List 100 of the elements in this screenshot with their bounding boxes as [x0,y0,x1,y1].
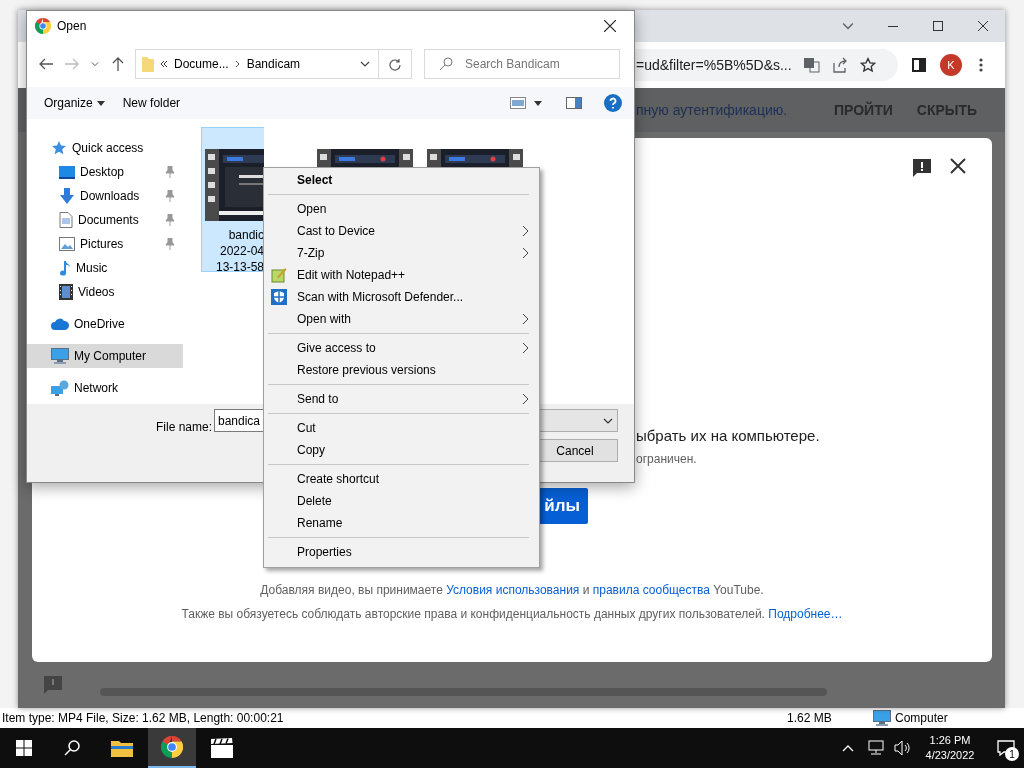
prompt-text: ыбрать их на компьютере. [636,427,820,444]
windows-icon [16,740,32,756]
chevron-right-icon [234,60,241,68]
breadcrumb[interactable]: Docume... [174,57,229,71]
profile-avatar[interactable]: K [940,54,962,76]
network-icon[interactable] [868,740,886,756]
chevron-icon [91,60,99,68]
notice-text: Также вы обязуетесь соблюдать авторские права и конфиденциальность данных других пользователей. Подробнее… [180,606,844,623]
terms-link[interactable]: правила сообщества [592,583,710,597]
notification-count: 1 [1005,747,1019,761]
chrome-icon [35,18,51,34]
menu-item[interactable]: Select [264,169,539,191]
clapperboard-icon [211,738,233,758]
computer-icon [873,710,891,726]
minimize-icon [887,25,898,27]
star-icon [859,57,876,73]
shield-icon [271,289,287,305]
menu-item[interactable]: Delete [264,490,539,512]
film-icon [59,284,73,300]
menu-item[interactable]: Create shortcut [264,468,539,490]
file-tile[interactable]: bandic 2022-04 13-13-58 [201,127,264,272]
network-icon [51,380,69,396]
folder-icon [142,56,154,72]
nav-item[interactable]: OneDrive [27,312,183,336]
nav-item[interactable]: Videos [27,280,183,304]
close-icon [603,20,616,32]
nav-item[interactable]: Network [27,376,183,400]
location-text: Computer [895,711,948,725]
pin-icon [165,238,175,250]
menu-item[interactable]: Cast to Device [264,220,539,242]
download-icon [59,188,75,204]
nav-item[interactable]: Documents [27,208,183,232]
side-panel-icon[interactable] [912,58,926,72]
nav-item[interactable]: My Computer [27,344,183,368]
taskbar-app[interactable] [148,728,196,768]
pin-icon [165,166,175,178]
notepad-icon [271,267,287,283]
menu-item[interactable]: Open with [264,308,539,330]
terms-link[interactable]: Подробнее… [768,607,843,621]
notifications-button[interactable]: 1 [988,728,1024,768]
close-icon[interactable] [950,158,966,174]
address-bar[interactable]: Docume... Bandicam [135,49,379,79]
search-box[interactable]: Search Bandicam [424,49,620,79]
file-name-label: File name: [156,420,213,434]
menu-item[interactable]: Give access to [264,337,539,359]
pin-icon [165,190,175,202]
volume-icon[interactable] [894,740,912,756]
menu-item[interactable]: Send to [264,388,539,410]
pictures-icon [59,237,75,251]
translate-icon [803,57,820,73]
document-icon [59,212,73,228]
note-text: ограничен. [636,452,697,466]
chevron-icon [841,20,854,32]
message-icon [997,740,1015,756]
caret-icon[interactable] [534,100,542,106]
menu-item[interactable]: Cut [264,417,539,439]
caret-icon [96,100,105,106]
organize-button[interactable]: Organize [35,92,114,114]
terms-link[interactable]: Условия использования [446,583,580,597]
pin-icon [165,214,175,226]
nav-item[interactable]: Pictures [27,232,183,256]
nav-item[interactable]: Downloads [27,184,183,208]
file-name: bandic 2022-04 13-13-58 [214,227,264,271]
share-icon [831,57,848,73]
menu-item[interactable]: Rename [264,512,539,534]
preview-pane-icon[interactable] [566,97,582,109]
view-icon[interactable] [510,97,526,109]
double-chevron-icon [160,60,168,68]
search-field[interactable]: Search Bandicam [463,56,617,72]
url-text: =ud&filter=%5B%5D&s... [636,57,792,73]
folder-icon [111,739,133,757]
nav-item[interactable]: Desktop [27,160,183,184]
menu-item[interactable]: Scan with Microsoft Defender... [264,286,539,308]
nav-item[interactable]: Music [27,256,183,280]
feedback-icon[interactable] [912,158,932,178]
menu-item[interactable]: Open [264,198,539,220]
computer-icon [51,348,69,364]
chevron-icon [360,59,370,69]
dialog-title: Open [57,19,87,33]
menu-item[interactable]: Edit with Notepad++ [264,264,539,286]
star-icon [51,140,67,156]
menu-item[interactable]: Restore previous versions [264,359,539,381]
status-text: Item type: MP4 File, Size: 1.62 MB, Length: 00:00:21 [2,711,285,725]
nav-item[interactable]: Quick access [27,136,183,160]
chrome-icon [161,736,183,758]
banner-text: пную аутентификацию. [636,102,789,118]
refresh-button[interactable] [379,49,412,79]
menu-item[interactable]: Properties [264,541,539,563]
breadcrumb[interactable]: Bandicam [246,57,301,71]
clock[interactable]: 1:26 PM 4/23/2022 [920,733,980,763]
chevron-up-icon[interactable] [842,744,854,752]
search-icon [439,57,453,71]
menu-icon[interactable] [979,57,983,73]
select-files-button[interactable]: йлы [540,488,588,524]
menu-item[interactable]: 7-Zip [264,242,539,264]
help-icon[interactable] [604,94,622,112]
new-folder-button[interactable]: New folder [113,92,190,114]
desktop-icon [59,165,75,179]
cloud-icon [51,318,69,330]
terms-text: Добавляя видео, вы принимаете Условия использования и правила сообщества YouTube. [259,582,765,599]
